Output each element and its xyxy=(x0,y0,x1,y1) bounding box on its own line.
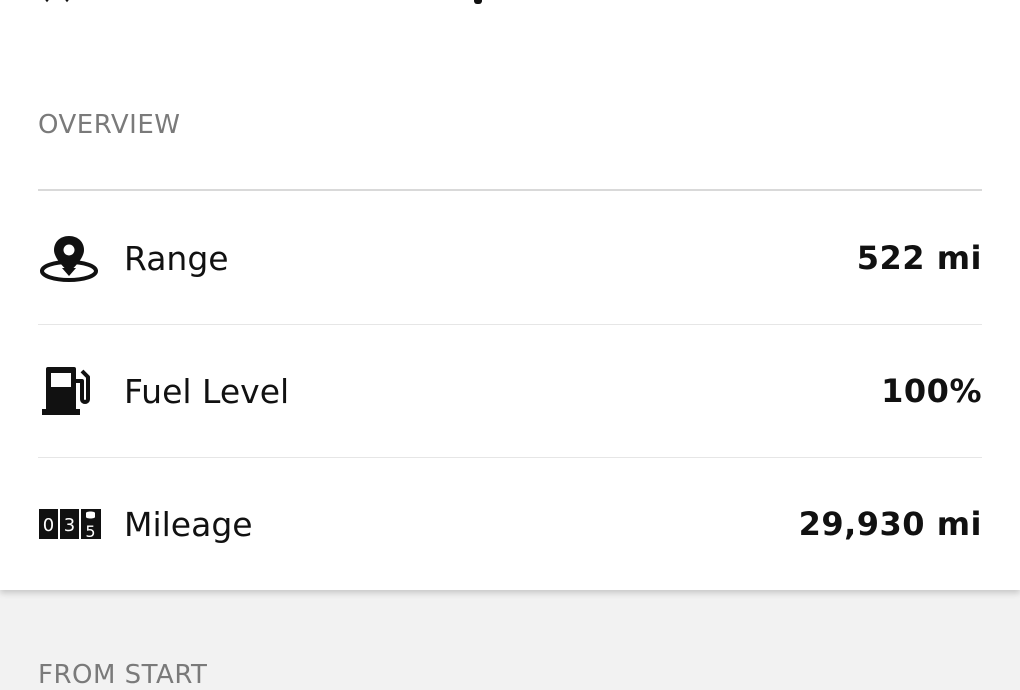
range-label: Range xyxy=(124,238,229,278)
overview-card: OVERVIEW Range 522 mi Fuel Level 100% 0 … xyxy=(0,0,1020,590)
range-value: 522 mi xyxy=(856,239,982,277)
mileage-row: 0 3 5 Mileage 29,930 mi xyxy=(38,458,982,590)
from-start-section-title: FROM START xyxy=(38,660,208,690)
header-fragment xyxy=(38,0,558,6)
header-text-fragment xyxy=(474,0,482,4)
fuel-level-label: Fuel Level xyxy=(124,371,290,411)
mileage-value: 29,930 mi xyxy=(798,505,982,543)
section-divider xyxy=(38,189,982,191)
range-row: Range 522 mi xyxy=(38,192,982,324)
odometer-icon: 0 3 5 xyxy=(38,494,124,554)
mileage-label: Mileage xyxy=(124,504,253,544)
odometer-digit: 5 xyxy=(85,522,95,541)
fuel-level-row: Fuel Level 100% xyxy=(38,325,982,457)
odometer-digit: 3 xyxy=(64,515,75,536)
odometer-digit: 0 xyxy=(43,515,54,536)
fuel-level-value: 100% xyxy=(881,372,982,410)
overview-section-title: OVERVIEW xyxy=(38,110,181,140)
header-icon-fragment xyxy=(45,0,69,3)
fuel-pump-icon xyxy=(38,361,124,421)
location-pin-icon xyxy=(38,228,124,288)
